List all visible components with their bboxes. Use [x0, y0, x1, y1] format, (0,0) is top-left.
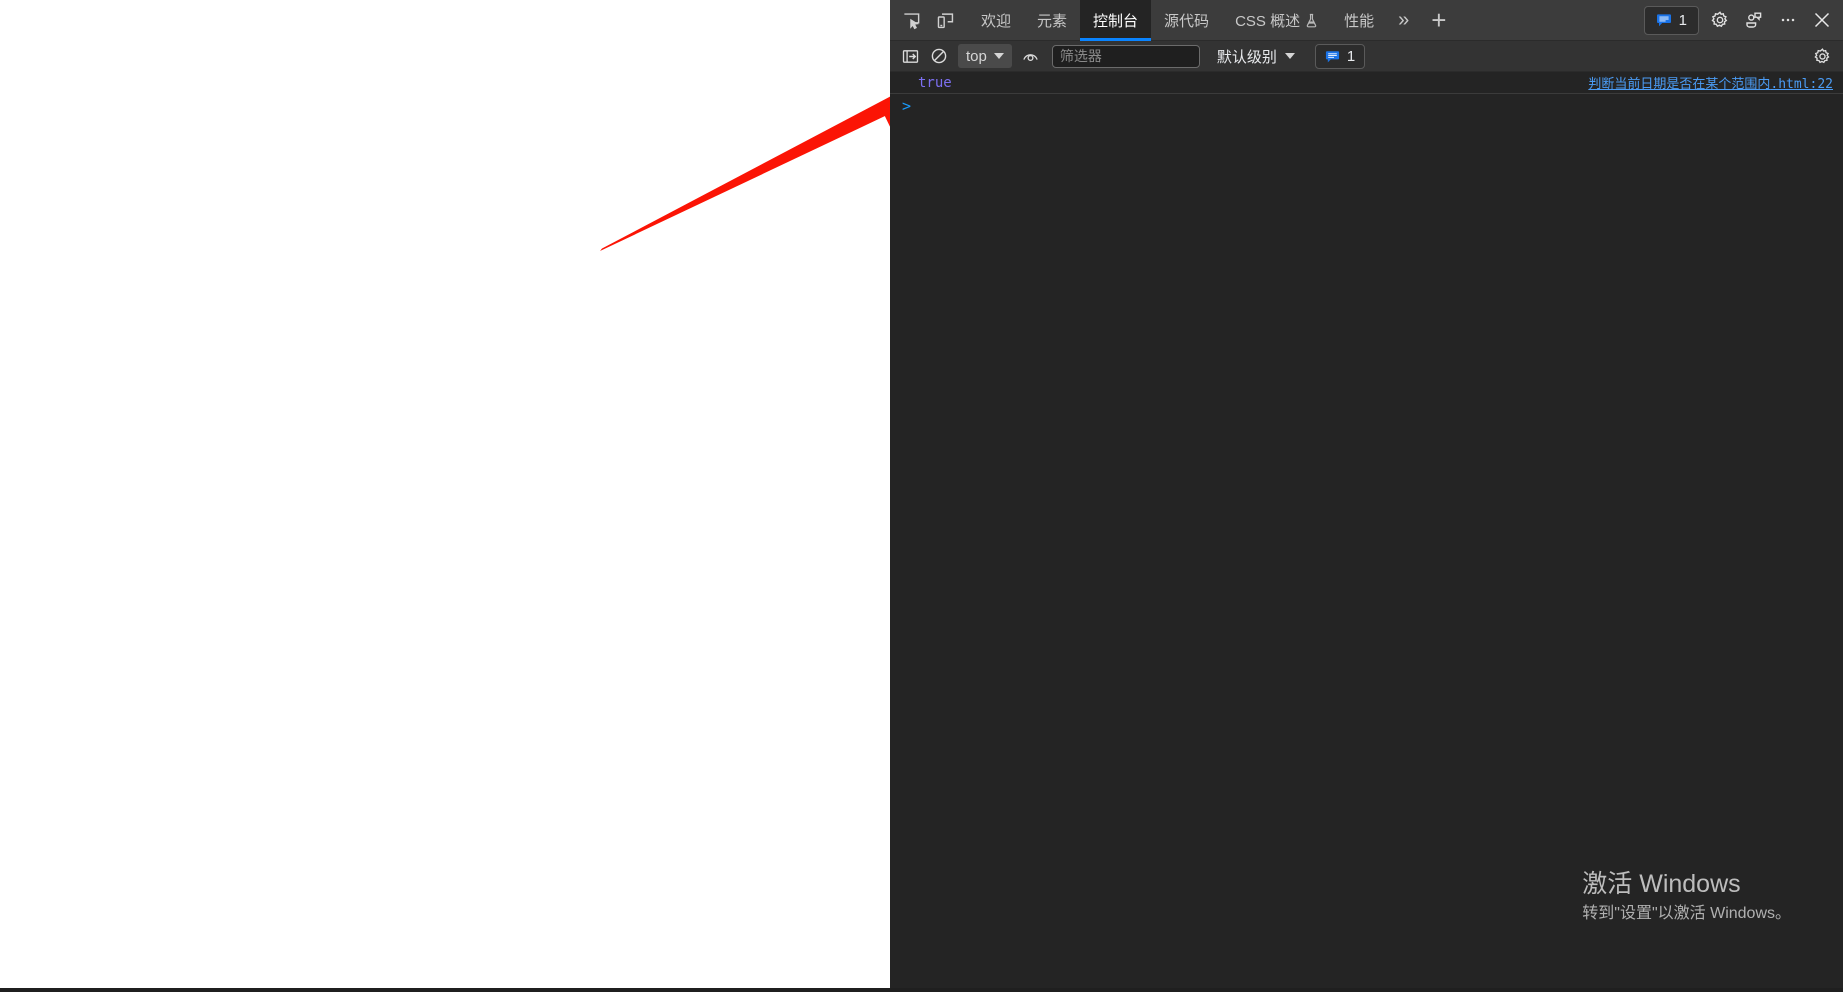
- windows-activation-watermark: 激活 Windows 转到"设置"以激活 Windows。: [1582, 869, 1791, 926]
- console-message-row[interactable]: true 判断当前日期是否在某个范围内.html:22: [890, 72, 1843, 94]
- tab-console[interactable]: 控制台: [1080, 0, 1152, 41]
- console-toolbar: top 默认级别: [890, 41, 1843, 72]
- console-context-selector[interactable]: top: [958, 44, 1012, 68]
- console-message-area[interactable]: true 判断当前日期是否在某个范围内.html:22 > 激活 Windows…: [890, 72, 1843, 988]
- console-level-selector[interactable]: 默认级别: [1209, 44, 1303, 68]
- tab-sources-label: 源代码: [1164, 12, 1210, 30]
- tab-css-overview-label: CSS 概述: [1235, 12, 1301, 30]
- beaker-icon: [1305, 13, 1318, 28]
- feedback-icon[interactable]: [1737, 5, 1771, 35]
- tab-console-label: 控制台: [1093, 12, 1139, 30]
- console-prompt-row[interactable]: >: [890, 94, 1843, 118]
- console-message-value: true: [918, 74, 952, 91]
- console-message-source-link[interactable]: 判断当前日期是否在某个范围内.html:22: [1588, 73, 1833, 92]
- inspect-element-icon[interactable]: [894, 5, 928, 35]
- tab-performance[interactable]: 性能: [1331, 0, 1387, 41]
- chevron-down-icon: [993, 53, 1004, 59]
- screen-root: 欢迎 元素 控制台 源代码 CSS 概述 性能 » + 1 top 筛选器 默认…: [0, 0, 1843, 992]
- more-options-icon[interactable]: [1771, 5, 1805, 35]
- clear-console-icon[interactable]: [926, 44, 952, 68]
- tab-css-overview[interactable]: CSS 概述: [1222, 0, 1331, 41]
- console-settings-gear-icon[interactable]: [1808, 44, 1836, 68]
- tab-welcome-label: 欢迎: [981, 12, 1012, 30]
- device-toolbar-icon[interactable]: [928, 5, 962, 35]
- add-tab-button[interactable]: +: [1420, 0, 1457, 41]
- console-issues-badge[interactable]: 1: [1314, 43, 1366, 69]
- console-filter-input[interactable]: [1051, 44, 1200, 68]
- devtools-tabstrip: 欢迎 元素 控制台 源代码 CSS 概述 性能 » + 1: [890, 0, 1843, 41]
- close-devtools-icon[interactable]: [1805, 5, 1839, 35]
- message-bubble-icon: [1325, 49, 1340, 64]
- eye-icon[interactable]: [1018, 44, 1044, 68]
- more-tabs-button[interactable]: »: [1387, 0, 1420, 41]
- console-sidebar-toggle-icon[interactable]: [897, 44, 923, 68]
- page-bottom-edge: [0, 988, 890, 992]
- prompt-caret-icon: >: [902, 97, 912, 115]
- console-source-file: 判断当前日期是否在某个范围内: [1588, 76, 1771, 91]
- devtools-bottom-edge: [890, 988, 1843, 992]
- tab-elements[interactable]: 元素: [1024, 0, 1080, 41]
- activation-title: 激活 Windows: [1582, 869, 1741, 898]
- more-tabs-chevron-icon: »: [1398, 8, 1410, 31]
- issues-badge-button[interactable]: 1: [1643, 5, 1699, 35]
- plus-icon: +: [1431, 4, 1447, 35]
- console-level-value: 默认级别: [1216, 48, 1277, 66]
- devtools-panel: 欢迎 元素 控制台 源代码 CSS 概述 性能 » + 1 top 筛选器 默认…: [890, 0, 1843, 992]
- console-source-line: .html:22: [1770, 77, 1833, 92]
- tab-performance-label: 性能: [1344, 12, 1375, 30]
- tab-sources[interactable]: 源代码: [1151, 0, 1222, 41]
- settings-gear-icon[interactable]: [1703, 5, 1737, 35]
- activation-subtitle: 转到"设置"以激活 Windows。: [1582, 905, 1791, 922]
- console-context-value: top: [966, 47, 987, 65]
- message-bubble-icon: [1656, 12, 1672, 28]
- chevron-down-icon: [1284, 53, 1295, 59]
- web-page-viewport[interactable]: [0, 0, 890, 988]
- tab-elements-label: 元素: [1037, 12, 1068, 30]
- console-input[interactable]: [919, 97, 1843, 115]
- console-issues-count: 1: [1346, 47, 1356, 65]
- issues-badge-count: 1: [1678, 11, 1687, 29]
- tab-welcome[interactable]: 欢迎: [968, 0, 1024, 41]
